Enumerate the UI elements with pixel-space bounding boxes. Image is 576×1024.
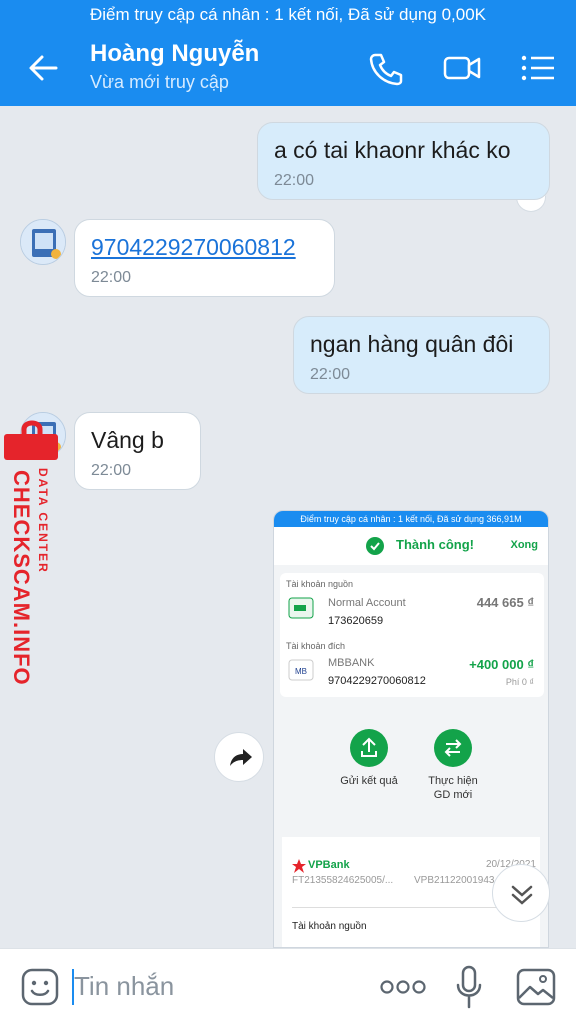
message-text: a có tai khaonr khác ko <box>274 137 511 163</box>
padlock-icon <box>4 420 58 460</box>
source-label: Tài khoản nguồn <box>286 579 354 589</box>
svg-text:MB: MB <box>295 667 307 676</box>
chat-header: Hoàng Nguyễn Vừa mới truy cập <box>0 30 576 106</box>
vpbank-logo-icon <box>292 859 306 873</box>
message-bubble-in[interactable]: 9704229270060812 22:00 <box>74 219 335 297</box>
message-link[interactable]: 9704229270060812 <box>91 234 318 261</box>
source-amount: 444 665 ₫ <box>476 595 534 610</box>
microphone-icon[interactable] <box>454 965 484 1009</box>
new-transaction-circle <box>434 729 472 767</box>
source-account-number: 173620659 <box>328 615 384 627</box>
message-bubble-out[interactable]: ngan hàng quân đôi 22:00 <box>293 316 550 394</box>
chat-area[interactable]: a có tai khaonr khác ko 22:00 9704229270… <box>0 106 576 948</box>
menu-list-icon[interactable] <box>518 50 558 86</box>
screenshot-topbar: Thành công! Xong <box>274 527 548 565</box>
account-card-icon <box>288 597 314 619</box>
watermark-sub-text: DATA CENTER <box>36 468 50 574</box>
more-dots-icon[interactable] <box>380 977 426 997</box>
fee-text: Phí 0 ₫ <box>505 677 534 687</box>
message-time: 22:00 <box>91 462 132 479</box>
video-call-icon[interactable] <box>442 50 482 86</box>
watermark: CHECKSCAM.INFO DATA CENTER <box>2 418 64 698</box>
dest-account-number: 9704229270060812 <box>328 675 426 687</box>
new-transaction-label-2: GD mới <box>433 789 473 801</box>
source-account-name: Normal Account <box>328 597 406 609</box>
message-time: 22:00 <box>91 269 132 286</box>
back-arrow-icon[interactable] <box>24 50 64 86</box>
scroll-down-button[interactable] <box>492 864 550 922</box>
contact-avatar[interactable] <box>20 219 66 265</box>
message-bubble-in[interactable]: Vâng b 22:00 <box>74 412 201 490</box>
receipt-ref-1: FT21355824625005/... <box>292 875 394 886</box>
message-time: 22:00 <box>310 366 351 383</box>
message-bubble-out[interactable]: a có tai khaonr khác ko 22:00 <box>257 122 550 200</box>
avatar-image-icon <box>21 220 65 264</box>
done-button: Xong <box>510 539 539 551</box>
dest-amount: +400 000 ₫ <box>469 657 534 672</box>
message-time: 22:00 <box>274 172 315 189</box>
transfer-card: Tài khoản nguồn Normal Account 173620659… <box>280 573 544 697</box>
send-result-label: Gửi kết quả <box>340 775 398 787</box>
screenshot-status-bar: Điểm truy cập cá nhân : 1 kết nối, Đã sử… <box>274 511 548 527</box>
swap-arrows-icon <box>444 739 462 757</box>
watermark-main-text: CHECKSCAM.INFO <box>9 470 34 686</box>
mbbank-logo-icon: MB <box>288 659 314 681</box>
upload-icon <box>361 737 377 757</box>
share-arrow-icon <box>230 749 252 766</box>
message-input[interactable]: Tin nhắn <box>74 971 174 1002</box>
forward-button[interactable] <box>214 732 264 782</box>
success-check-icon <box>366 537 384 555</box>
status-bar: Điểm truy cập cá nhân : 1 kết nối, Đã sử… <box>0 0 576 30</box>
dest-bank-name: MBBANK <box>328 657 375 669</box>
receipt-source-label: Tài khoản nguồn <box>292 921 367 932</box>
dest-label: Tài khoản đích <box>286 641 346 651</box>
contact-name[interactable]: Hoàng Nguyễn <box>90 40 259 68</box>
phone-call-icon[interactable] <box>366 50 406 86</box>
receipt-ref-2: VPB21122001943 <box>414 875 495 886</box>
emoji-sticker-icon[interactable] <box>20 967 60 1007</box>
message-text: ngan hàng quân đôi <box>310 331 514 357</box>
bank-logo-text: VPBank <box>308 859 350 871</box>
new-transaction-label-1: Thực hiện <box>428 775 478 787</box>
message-text: Vâng b <box>91 427 164 453</box>
chevron-double-down-icon <box>511 885 533 905</box>
message-input-bar: Tin nhắn <box>0 948 576 1024</box>
send-result-circle <box>350 729 388 767</box>
image-gallery-icon[interactable] <box>516 967 556 1007</box>
success-text: Thành công! <box>396 537 474 552</box>
contact-status: Vừa mới truy cập <box>90 72 229 92</box>
